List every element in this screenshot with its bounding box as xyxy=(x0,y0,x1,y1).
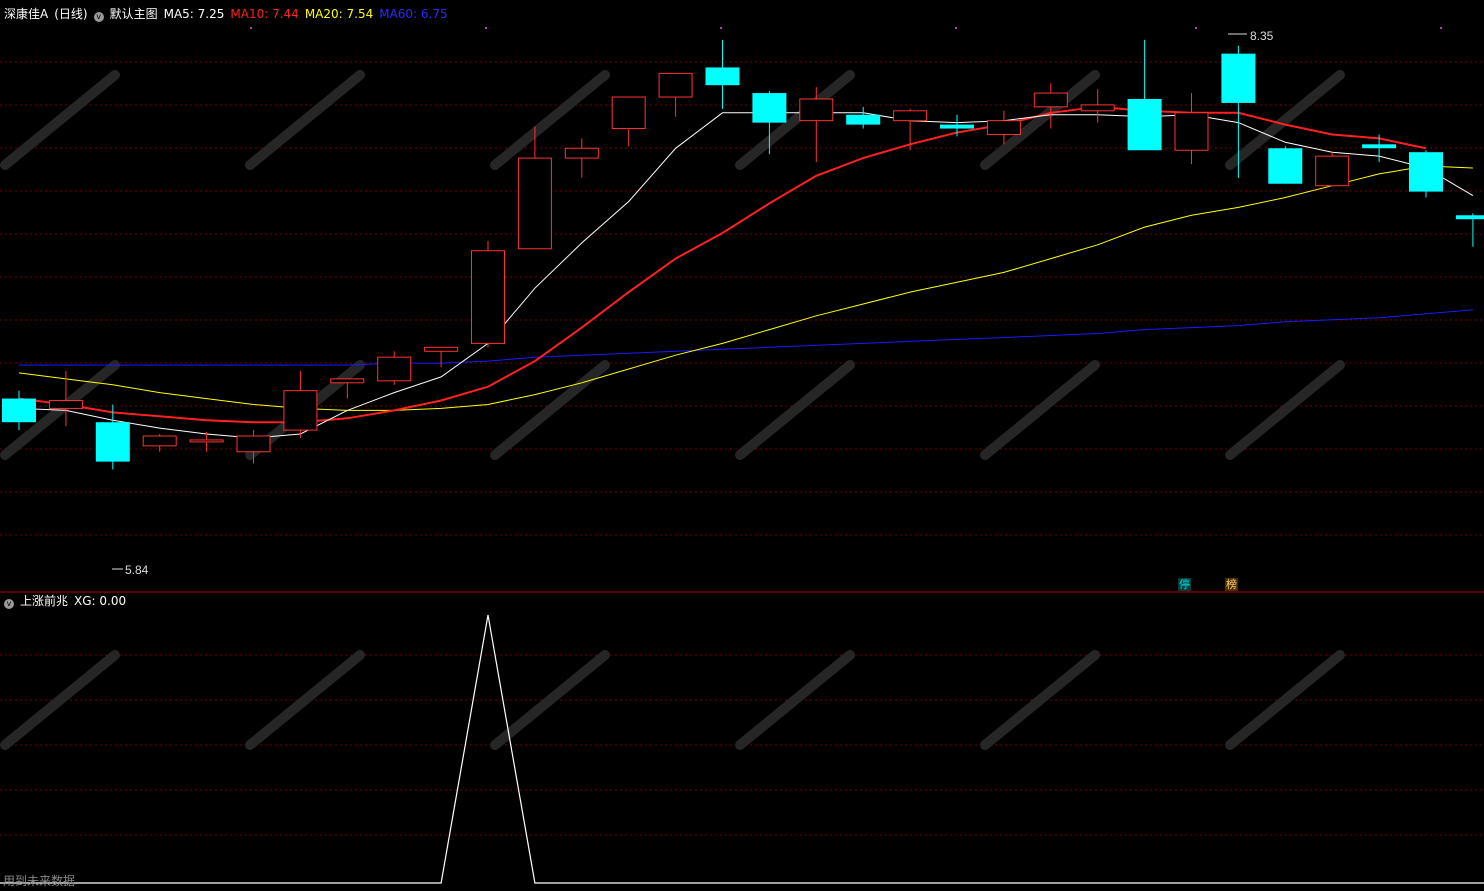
candle xyxy=(564,138,599,178)
watermark-stroke xyxy=(245,70,365,170)
collapse-icon[interactable]: v xyxy=(4,599,14,609)
candle xyxy=(1362,134,1397,163)
grid-dot xyxy=(955,27,957,29)
ma5-label: MA5: 7.25 xyxy=(163,7,225,21)
candle-body xyxy=(424,346,459,352)
candle xyxy=(1221,45,1256,178)
candle-body xyxy=(142,435,177,447)
grid-dot xyxy=(485,27,487,29)
candle-body xyxy=(1127,98,1162,151)
collapse-icon[interactable]: v xyxy=(93,12,104,22)
stock-name[interactable]: 深康佳A xyxy=(4,7,48,21)
ma10-label: MA10: 7.44 xyxy=(230,7,299,21)
watermark xyxy=(0,70,1345,750)
candle xyxy=(471,240,505,348)
candle xyxy=(424,346,459,368)
grid-dot xyxy=(1440,27,1442,29)
low-price-label: 5.84 xyxy=(125,563,149,577)
ma60-line xyxy=(19,309,1473,366)
suspension-tag[interactable]: 停 xyxy=(1178,578,1191,591)
candle xyxy=(846,106,881,129)
grid-dot xyxy=(720,27,722,29)
watermark-stroke xyxy=(980,70,1100,170)
candle xyxy=(236,430,271,464)
candle-body xyxy=(705,67,740,86)
candle xyxy=(893,108,928,151)
kline-chart[interactable]: 8.35 5.84 xyxy=(0,0,1484,891)
candle-body xyxy=(189,439,224,443)
candle xyxy=(283,370,318,438)
low-marker: 5.84 xyxy=(112,563,149,577)
candle xyxy=(1455,213,1484,247)
candle xyxy=(377,351,412,385)
main-chart-header: 深康佳A (日线) v 默认主图 MA5: 7.25 MA10: 7.44 MA20: 7.… xyxy=(4,6,454,22)
candle-body xyxy=(236,435,271,453)
candle xyxy=(658,72,693,117)
candle-body xyxy=(1221,53,1256,103)
candle-body xyxy=(1315,155,1350,187)
candle-body xyxy=(95,422,130,462)
candle-body xyxy=(940,124,974,129)
candle-body xyxy=(564,147,599,159)
candle-body xyxy=(517,157,552,250)
candle-body xyxy=(1174,112,1209,151)
candle-body xyxy=(799,98,834,122)
candle xyxy=(1268,146,1303,184)
high-marker: 8.35 xyxy=(1228,29,1274,43)
candle-body xyxy=(1268,148,1303,184)
candle-body xyxy=(283,390,318,431)
candle-body xyxy=(1080,104,1115,112)
candle xyxy=(1409,150,1443,198)
candle-body xyxy=(752,93,787,123)
candles[interactable] xyxy=(2,39,1484,470)
indicator-header: v 上涨前兆 XG: 0.00 xyxy=(4,593,132,609)
candle-body xyxy=(846,114,881,125)
candle-body xyxy=(330,378,365,384)
ranking-tag[interactable]: 榜 xyxy=(1225,578,1238,591)
watermark-stroke xyxy=(1225,360,1345,460)
indicator-value: XG: 0.00 xyxy=(74,594,127,608)
candle-body xyxy=(986,120,1021,135)
candle xyxy=(611,96,646,147)
candle xyxy=(940,114,974,137)
period-label[interactable]: (日线) xyxy=(54,7,87,21)
grid-dot xyxy=(250,27,252,29)
watermark-stroke xyxy=(490,360,610,460)
watermark-stroke xyxy=(735,360,855,460)
candle xyxy=(1080,89,1115,123)
future-data-notice: 用到未来数据 xyxy=(3,874,76,888)
watermark-stroke xyxy=(980,360,1100,460)
candle-body xyxy=(893,110,928,122)
candle-body xyxy=(611,96,646,130)
candle xyxy=(1174,93,1209,165)
candle-body xyxy=(377,356,412,382)
candle-body xyxy=(2,398,36,423)
candle-body xyxy=(471,250,505,344)
template-name[interactable]: 默认主图 xyxy=(110,7,158,21)
candle-body xyxy=(1409,152,1443,192)
candle-body xyxy=(1033,92,1068,108)
candle xyxy=(2,390,36,431)
candle-body xyxy=(1362,144,1397,149)
indicator-name[interactable]: 上涨前兆 xyxy=(20,594,68,608)
watermark-stroke xyxy=(0,70,120,170)
ma60-label: MA60: 6.75 xyxy=(379,7,448,21)
candle-body xyxy=(658,72,693,98)
candle xyxy=(1315,152,1350,187)
ma20-line xyxy=(18,165,1473,411)
grid-dot xyxy=(1195,27,1197,29)
ma10-line xyxy=(18,105,1427,424)
ma20-label: MA20: 7.54 xyxy=(304,7,374,21)
candle xyxy=(705,39,740,109)
candle xyxy=(1127,39,1162,151)
candle-body xyxy=(1455,215,1484,220)
high-price-label: 8.35 xyxy=(1250,29,1274,43)
candle-body xyxy=(48,400,83,409)
